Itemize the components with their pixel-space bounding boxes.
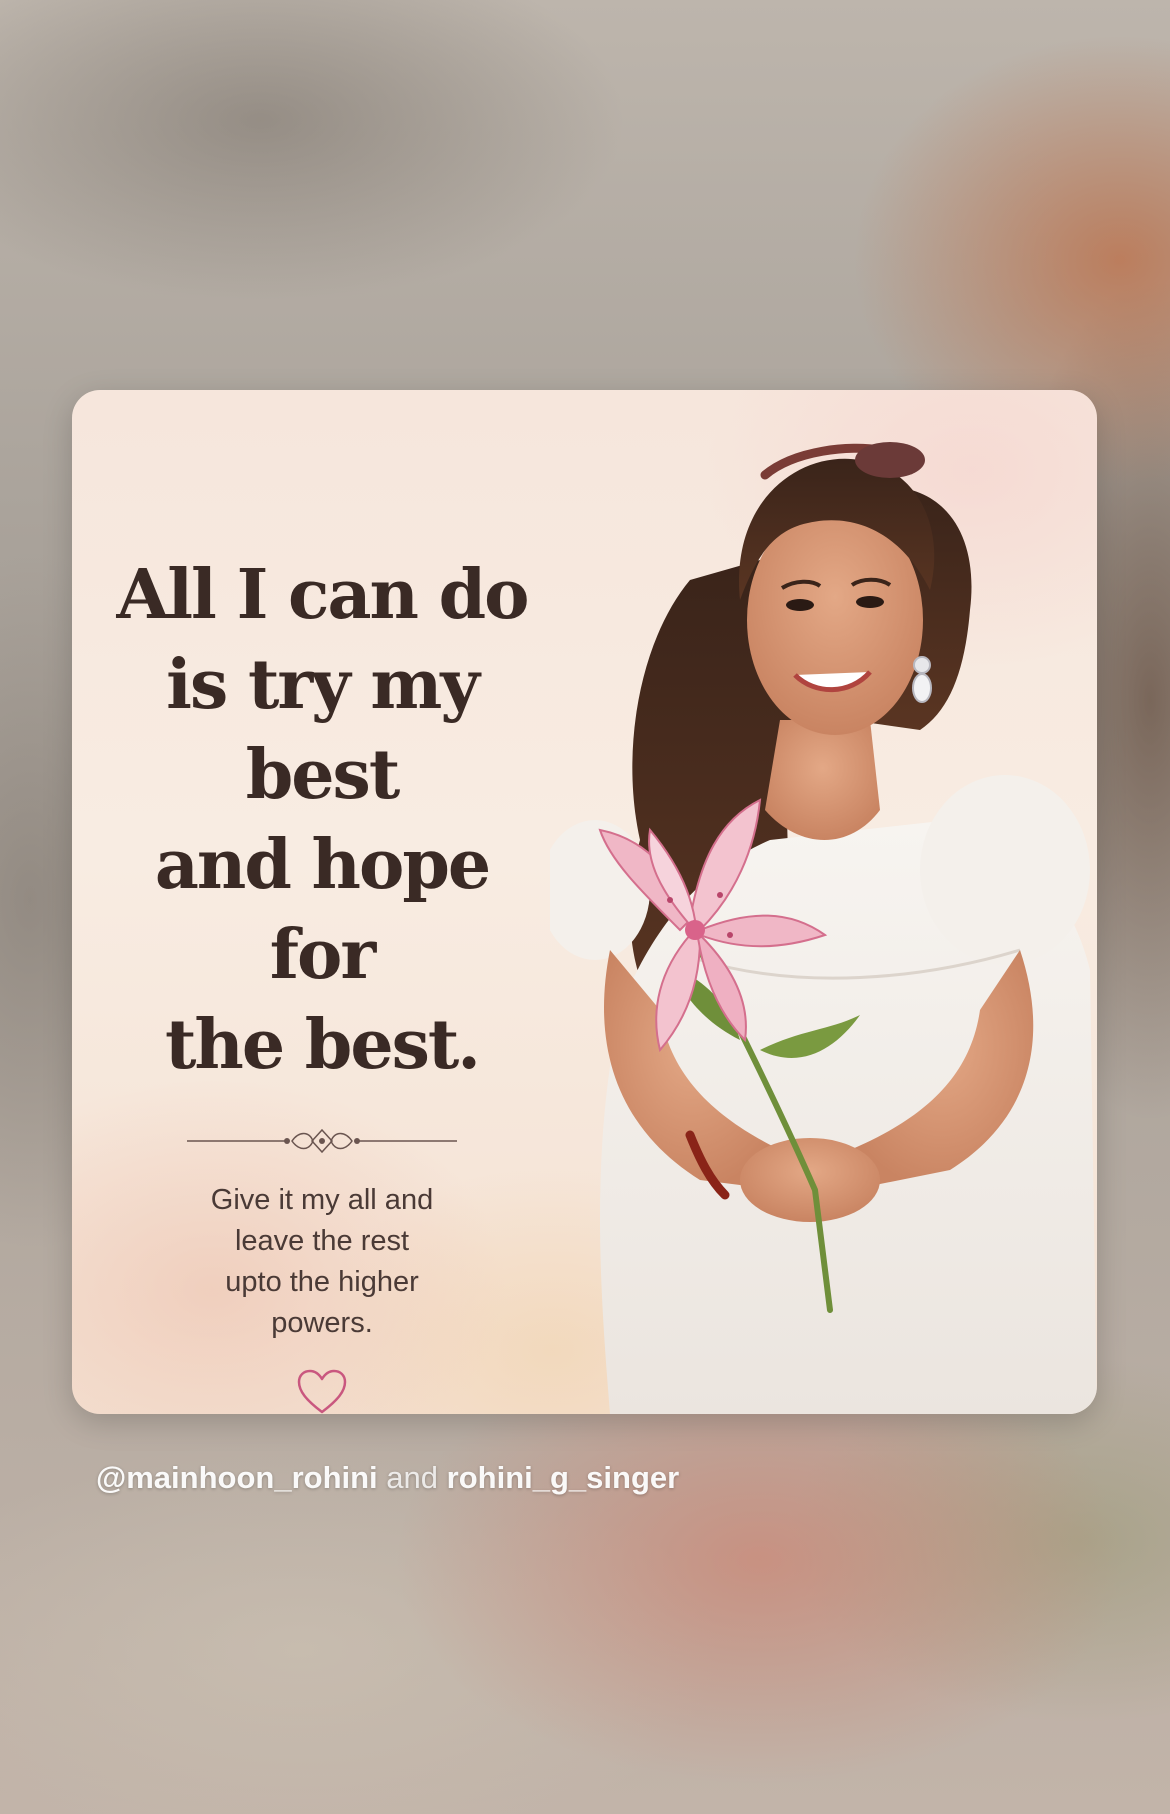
portrait-illustration bbox=[550, 442, 1097, 1414]
quote-headline: All I can do is try my best and hope for… bbox=[116, 555, 529, 1085]
story-mention-caption: @mainhoon_rohini and rohini_g_singer bbox=[96, 1460, 679, 1496]
quote-subtext: Give it my all and leave the rest upto t… bbox=[210, 1184, 434, 1339]
mention-link-mainhoon-rohini[interactable]: @mainhoon_rohini bbox=[96, 1460, 378, 1495]
mention-conjunction: and bbox=[386, 1460, 439, 1495]
quote-card[interactable]: All I can do is try my best and hope for… bbox=[72, 390, 1097, 1414]
mention-link-rohini-g-singer[interactable]: rohini_g_singer bbox=[447, 1460, 680, 1495]
heart-outline-icon bbox=[297, 1369, 347, 1414]
flourish-divider-icon bbox=[187, 1128, 457, 1154]
quote-text-block: All I can do is try my best and hope for… bbox=[102, 550, 542, 1414]
